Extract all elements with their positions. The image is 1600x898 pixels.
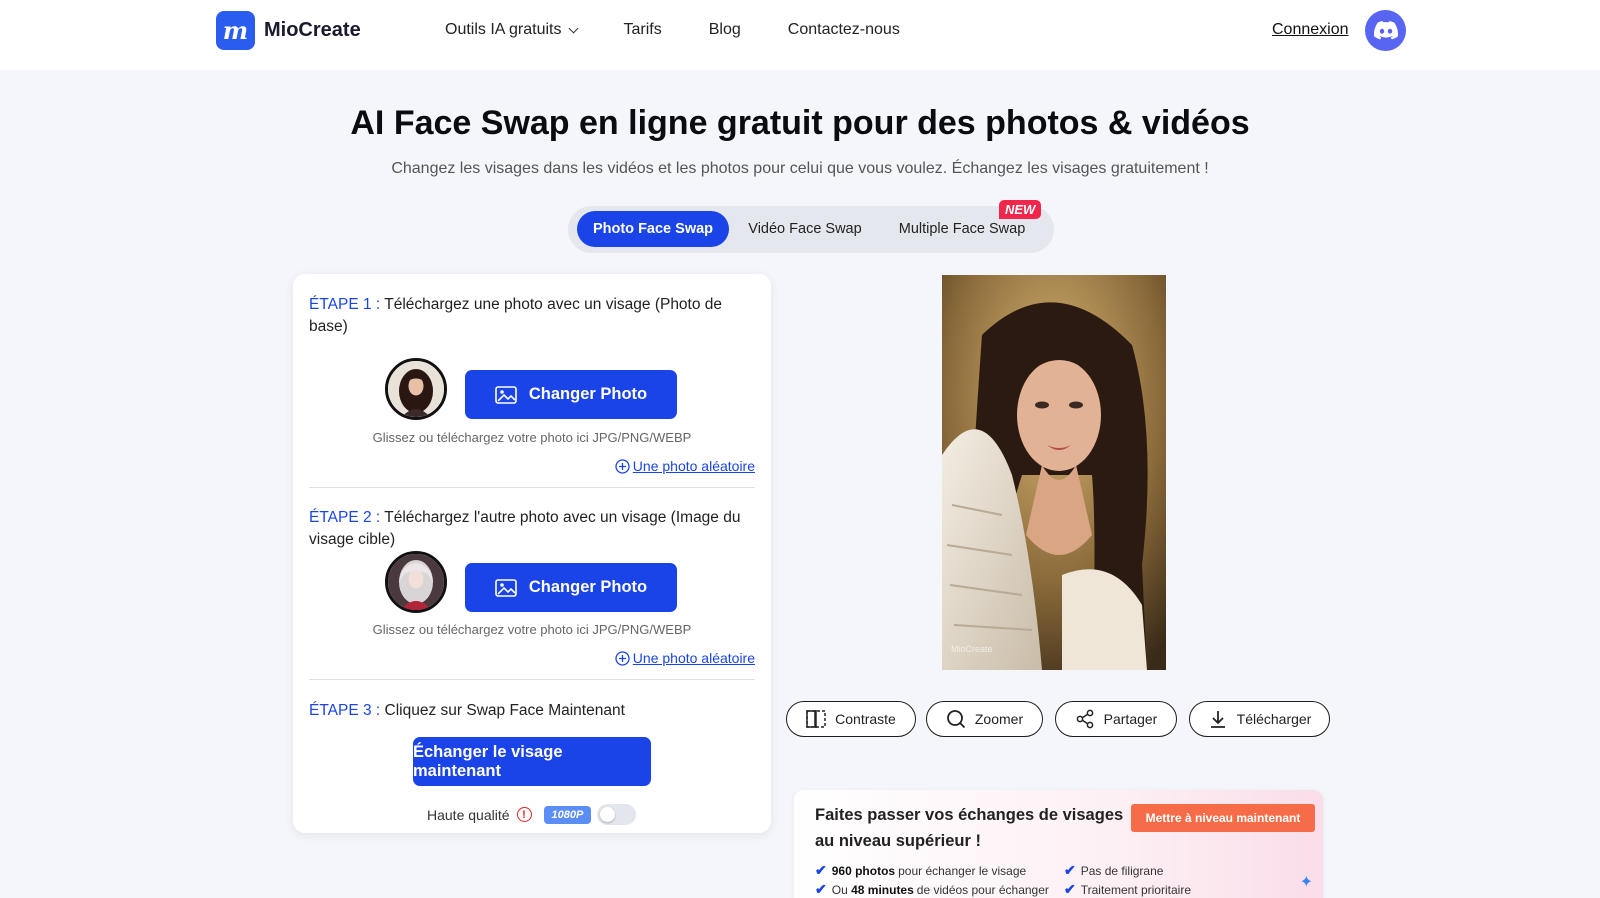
resolution-badge: 1080P <box>543 805 592 824</box>
logo-mark-icon: m <box>216 11 255 50</box>
step1-label: ÉTAPE 1 : <box>309 296 381 313</box>
change-photo-label-2: Changer Photo <box>528 578 648 596</box>
share-label: Partager <box>1103 711 1158 727</box>
download-label: Télécharger <box>1236 711 1312 727</box>
zoom-button[interactable]: Zoomer <box>926 701 1043 737</box>
step3-heading: ÉTAPE 3 : Cliquez sur Swap Face Maintena… <box>309 700 755 722</box>
feature-videos-count: 48 minutes <box>851 882 914 897</box>
new-badge: NEW <box>999 200 1042 219</box>
feature-videos-text: de vidéos pour échanger <box>916 882 1049 897</box>
nav-item-pricing[interactable]: Tarifs <box>624 21 662 39</box>
random-photo-link-1[interactable]: Une photo aléatoire <box>615 458 755 474</box>
chevron-down-icon <box>568 23 578 33</box>
divider <box>309 487 755 488</box>
image-icon <box>495 578 517 597</box>
contrast-button[interactable]: Contraste <box>786 701 916 737</box>
step3-text: Cliquez sur Swap Face Maintenant <box>380 702 625 719</box>
upgrade-title: Faites passer vos échanges de visages au… <box>815 806 1124 850</box>
feature-priority-text: Traitement prioritaire <box>1080 882 1191 897</box>
quality-row: Haute qualité ! 1080P <box>427 804 637 825</box>
change-photo-label-1: Changer Photo <box>528 385 648 403</box>
contrast-label: Contraste <box>835 711 896 727</box>
watermark: MioCreate <box>951 644 993 654</box>
discord-icon[interactable] <box>1365 10 1406 51</box>
nav-item-tools-label: Outils IA gratuits <box>445 21 562 38</box>
header: m MioCreate Outils IA gratuits Tarifs Bl… <box>0 0 1600 70</box>
main-nav: Outils IA gratuits Tarifs Blog Contactez… <box>445 21 947 39</box>
feature-priority: ✔ Traitement prioritaire <box>1064 881 1191 898</box>
nav-item-contact[interactable]: Contactez-nous <box>788 21 900 39</box>
check-icon: ✔ <box>815 881 827 897</box>
feature-videos: ✔ Ou 48 minutes de vidéos pour échanger <box>815 881 1049 898</box>
mode-tabs: Photo Face Swap Vidéo Face Swap Multiple… <box>568 200 1054 253</box>
plus-circle-icon <box>615 650 630 666</box>
sparkle-icon: ✦ <box>1299 874 1313 891</box>
change-photo-button-1[interactable]: Changer Photo <box>465 370 677 419</box>
upload-hint-2: Glissez ou téléchargez votre photo ici J… <box>372 622 692 637</box>
result-preview-image: MioCreate <box>942 275 1166 670</box>
zoom-label: Zoomer <box>974 711 1024 727</box>
feature-no-watermark: ✔ Pas de filigrane <box>1064 862 1163 879</box>
check-icon: ✔ <box>1064 881 1076 897</box>
swap-steps-card: ÉTAPE 1 : Téléchargez une photo avec un … <box>293 274 771 833</box>
check-icon: ✔ <box>1064 862 1076 878</box>
logo[interactable]: m MioCreate <box>216 11 361 50</box>
feature-photos: ✔ 960 photos pour échanger le visage <box>815 862 1026 879</box>
upgrade-panel: Faites passer vos échanges de visages au… <box>794 790 1323 898</box>
target-photo-thumbnail[interactable] <box>385 551 447 613</box>
login-link[interactable]: Connexion <box>1272 21 1349 39</box>
high-quality-toggle[interactable] <box>597 804 637 825</box>
step2-heading: ÉTAPE 2 : Téléchargez l'autre photo avec… <box>309 507 755 551</box>
tab-video-face-swap[interactable]: Vidéo Face Swap <box>740 211 870 247</box>
feature-videos-pre: Ou <box>831 882 848 897</box>
nav-item-blog[interactable]: Blog <box>709 21 741 39</box>
feature-no-watermark-text: Pas de filigrane <box>1080 863 1164 878</box>
check-icon: ✔ <box>815 862 827 878</box>
share-button[interactable]: Partager <box>1055 701 1177 737</box>
feature-photos-count: 960 photos <box>831 863 896 878</box>
change-photo-button-2[interactable]: Changer Photo <box>465 563 677 612</box>
contrast-icon <box>806 710 826 728</box>
info-icon[interactable]: ! <box>516 807 532 822</box>
base-photo-thumbnail[interactable] <box>385 358 447 420</box>
step1-heading: ÉTAPE 1 : Téléchargez une photo avec un … <box>309 294 755 338</box>
upgrade-button[interactable]: Mettre à niveau maintenant <box>1131 804 1315 832</box>
random-photo-link-2[interactable]: Une photo aléatoire <box>615 650 755 666</box>
nav-item-tools[interactable]: Outils IA gratuits <box>445 21 578 39</box>
feature-photos-text: pour échanger le visage <box>898 863 1027 878</box>
search-icon <box>946 710 966 729</box>
download-icon <box>1210 711 1225 728</box>
random-photo-label-1: Une photo aléatoire <box>632 458 755 474</box>
divider <box>309 679 755 680</box>
random-photo-label-2: Une photo aléatoire <box>632 650 755 666</box>
logo-text: MioCreate <box>264 19 361 41</box>
quality-label: Haute qualité <box>427 806 510 823</box>
share-icon <box>1076 709 1093 729</box>
tab-photo-face-swap[interactable]: Photo Face Swap <box>577 211 729 247</box>
plus-circle-icon <box>615 458 630 474</box>
step3-label: ÉTAPE 3 : <box>309 702 381 719</box>
page-subtitle: Changez les visages dans les vidéos et l… <box>391 160 1209 177</box>
upload-hint-1: Glissez ou téléchargez votre photo ici J… <box>372 430 692 445</box>
swap-face-button[interactable]: Échanger le visage maintenant <box>413 737 651 786</box>
step2-label: ÉTAPE 2 : <box>309 509 381 526</box>
page-title: AI Face Swap en ligne gratuit pour des p… <box>350 104 1250 142</box>
image-icon <box>495 385 517 404</box>
download-button[interactable]: Télécharger <box>1189 701 1330 737</box>
